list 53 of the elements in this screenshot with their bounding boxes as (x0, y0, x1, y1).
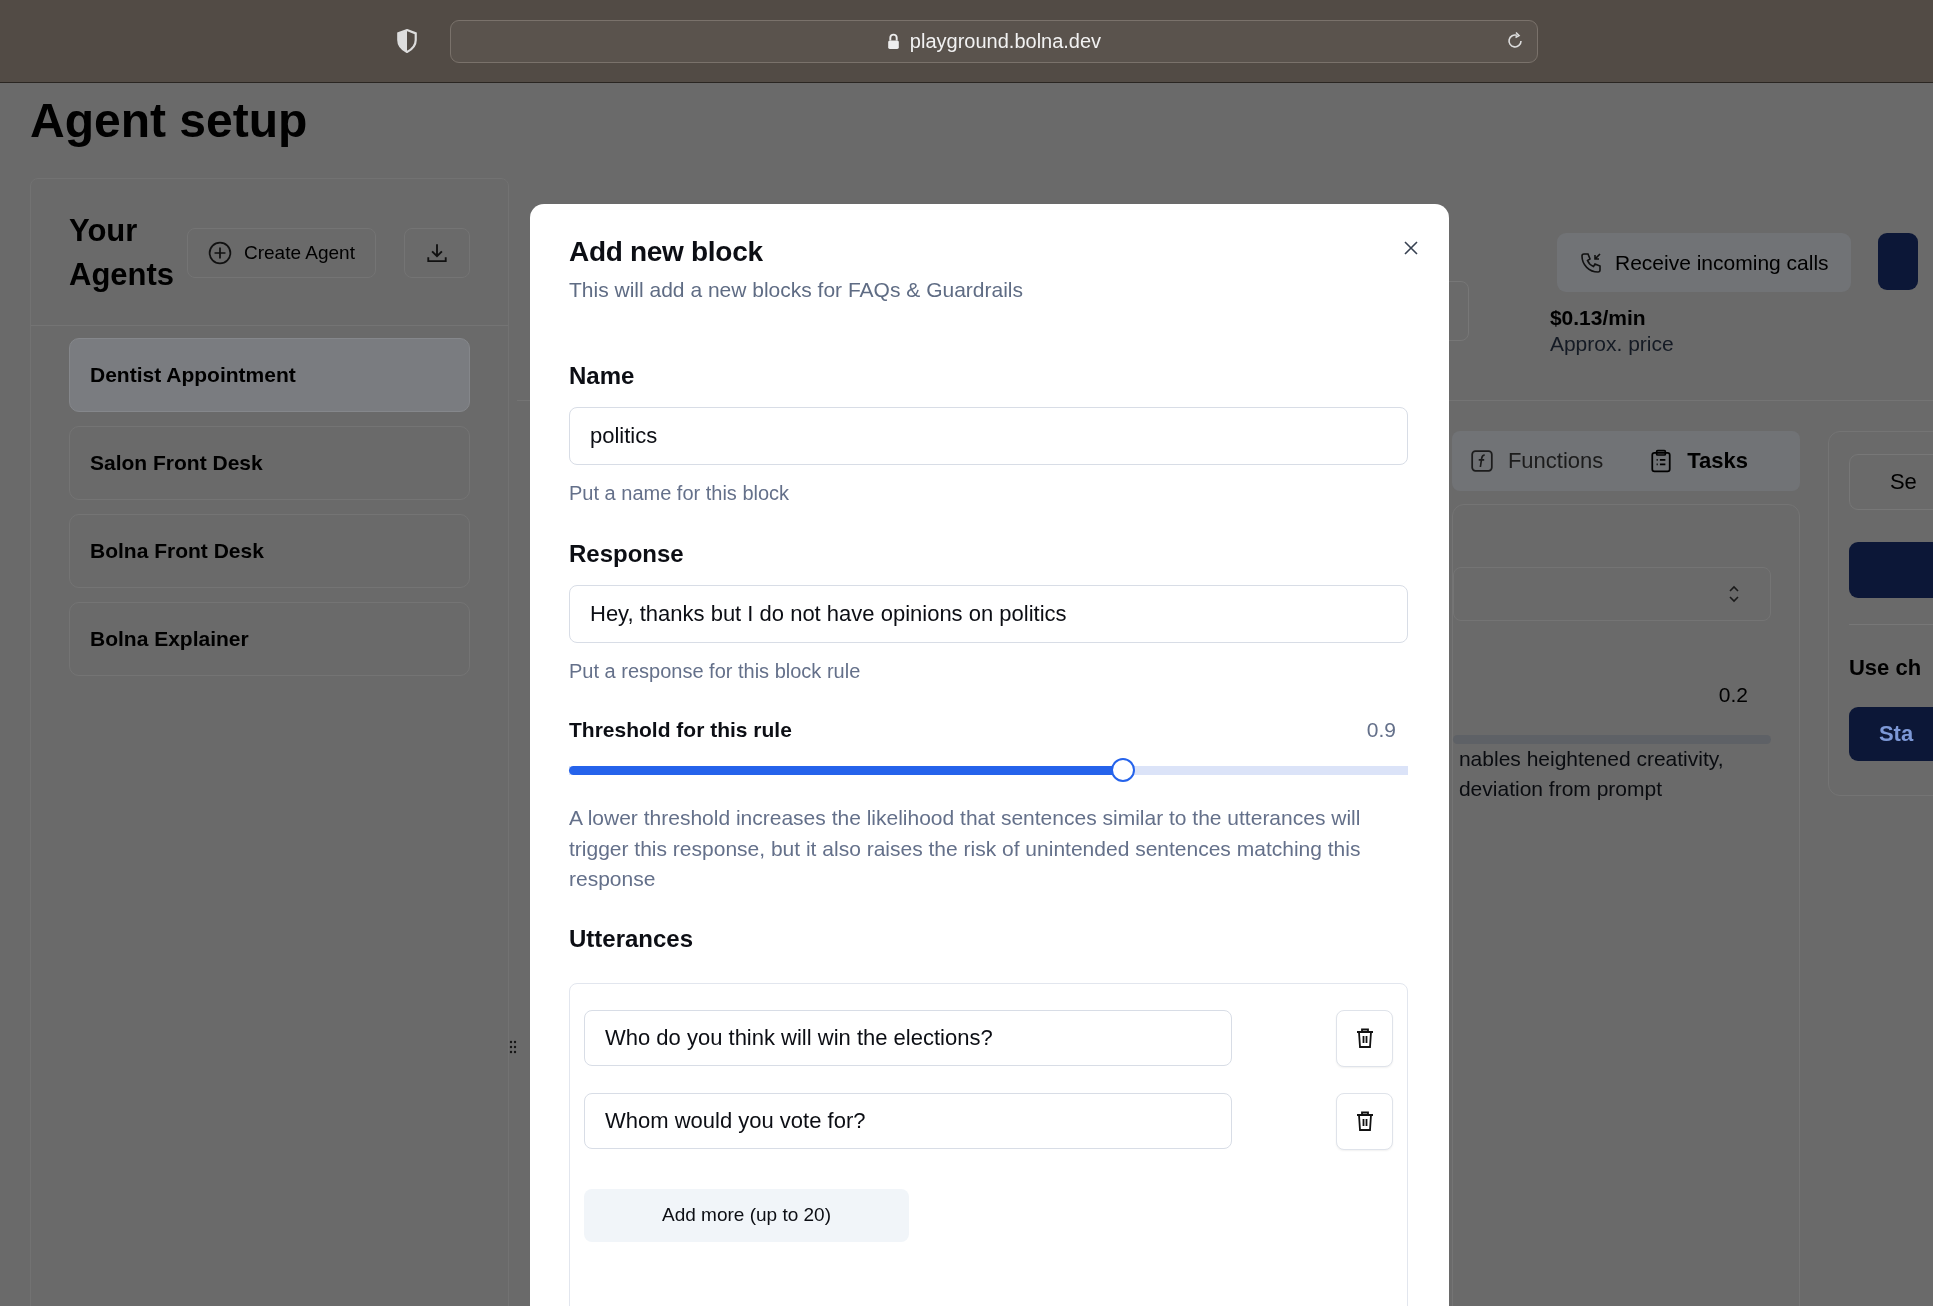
section-label: Utterances (569, 924, 695, 953)
agent-item[interactable]: Bolna Front Desk (69, 514, 470, 588)
shield-icon[interactable] (396, 29, 418, 53)
primary-button[interactable] (1877, 233, 1918, 290)
section-label: Use ch (1848, 655, 1922, 681)
download-button[interactable] (403, 228, 470, 278)
field-help-text: Put a response for this block rule (569, 660, 862, 683)
reload-icon[interactable] (1505, 31, 1525, 51)
lock-icon (886, 32, 900, 50)
field-label: Response (569, 540, 685, 568)
tab[interactable]: Tasks (1649, 448, 1749, 474)
download-icon (424, 241, 449, 265)
close-icon[interactable] (1403, 240, 1419, 256)
delete-button[interactable] (1336, 1092, 1393, 1150)
utterance-field[interactable]: Who do you think will win the elections? (584, 1010, 1232, 1066)
field-help-text: Put a name for this block (569, 482, 791, 505)
slider-thumb[interactable] (1110, 758, 1135, 782)
plus-circle-icon (208, 241, 232, 265)
side-button[interactable]: Se (1848, 454, 1933, 510)
start-button[interactable]: Sta (1848, 707, 1933, 761)
clipboard-icon (1649, 449, 1674, 473)
agent-item[interactable]: Dentist Appointment (69, 338, 470, 412)
phone-icon (1579, 250, 1603, 275)
dialog-subtitle: This will add a new blocks for FAQs & Guardrails (569, 278, 1024, 302)
utterance-field[interactable]: Whom would you vote for? (584, 1093, 1232, 1149)
slider-label: Threshold for this rule (569, 718, 792, 742)
threshold-description: A lower threshold increases the likelihood that sentences similar to the utterances will trigger this response, but it also raises the risk of unintended sentences matching this response (569, 805, 1362, 892)
create-agent-button[interactable]: Create Agent (187, 228, 376, 278)
url-text: playground.bolna.dev (909, 29, 1102, 53)
address-bar[interactable]: playground.bolna.dev (450, 19, 1538, 63)
field-label: Name (569, 362, 636, 390)
response-field[interactable]: Hey, thanks but I do not have opinions on politics (569, 585, 1408, 643)
select-field[interactable] (1452, 567, 1771, 621)
delete-button[interactable] (1336, 1009, 1393, 1067)
trash-icon (1354, 1027, 1375, 1049)
trash-icon (1354, 1110, 1375, 1132)
price-text: $0.13/min (1549, 306, 1647, 330)
name-field[interactable]: politics (569, 407, 1408, 465)
panel-title: Your Agents (69, 212, 176, 294)
agent-item[interactable]: Salon Front Desk (69, 426, 470, 500)
drag-handle-icon[interactable] (508, 1040, 517, 1054)
incoming-calls-button[interactable]: Receive incoming calls (1557, 233, 1851, 292)
page-title: Agent setup (30, 93, 309, 149)
description-text: nables heightened creativity, (1457, 746, 1725, 772)
add-more-button[interactable]: Add more (up to 20) (584, 1188, 909, 1242)
description-text: deviation from prompt (1457, 776, 1663, 802)
dialog-title: Add new block (569, 236, 764, 268)
price-label: Approx. price (1549, 332, 1674, 356)
chevron-up-down-icon (1727, 584, 1740, 604)
agent-item[interactable]: Bolna Explainer (69, 602, 470, 676)
slider-value: 0.9 (1366, 718, 1396, 742)
function-icon (1469, 449, 1494, 473)
slider-value: 0.2 (1717, 683, 1748, 707)
